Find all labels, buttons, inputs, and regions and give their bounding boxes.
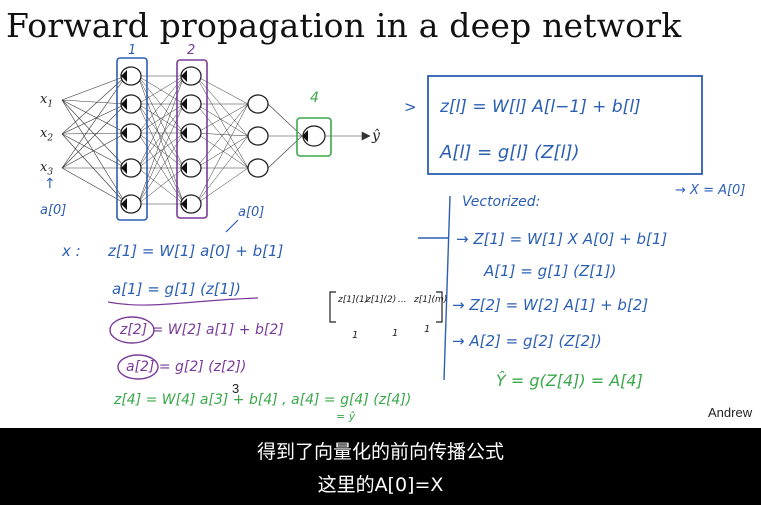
- eq-a4-yhat: = ŷ: [336, 410, 356, 423]
- layer-number-1: 1: [128, 43, 136, 58]
- layer-number-4: 4: [310, 90, 319, 106]
- eq-z4-a4: z[4] = W[4] a[3] + b[4] , a[4] = g[4] (z…: [113, 392, 411, 408]
- eq-z1: z[1] = W[1] a[0] + b[1]: [107, 242, 284, 260]
- general-eq-a: A[l] = g[l] (Z[l]): [439, 142, 580, 163]
- matrix-col-3: ...: [398, 295, 407, 305]
- neuron: [247, 126, 269, 146]
- layer-number-2: 2: [187, 43, 195, 58]
- page-number: 3: [232, 381, 240, 396]
- connections-layer2-layer3: [195, 75, 249, 205]
- layer1-nodes: [120, 66, 142, 214]
- x-colon-label: x :: [61, 242, 81, 260]
- matrix-col-4: z[1](m): [413, 295, 447, 305]
- eq-z2: z[2] = W[2] a[1] + b[2]: [119, 322, 284, 338]
- eq-a2: a[2] = g[2] (z[2]): [126, 359, 246, 375]
- vec-eq-z2: → Z[2] = W[2] A[1] + b[2]: [452, 296, 648, 314]
- subtitle-line-2: 这里的A[0]=X: [317, 474, 444, 496]
- vec-eq-z1: → Z[1] = W[1] X A[0] + b[1]: [456, 230, 667, 248]
- svg-text:>: >: [404, 98, 417, 116]
- matrix-col-2: z[1](2): [365, 295, 396, 305]
- matrix-one: 1: [352, 330, 358, 341]
- author-watermark: Andrew: [708, 405, 753, 420]
- matrix-col-1: z[1](1): [337, 295, 368, 305]
- network-a0-annotation: a[0]: [238, 205, 264, 220]
- matrix-left-bracket: [329, 291, 336, 323]
- vectorized-divider: [443, 195, 451, 381]
- input-a0-annotation: a[0]: [40, 203, 66, 218]
- vectorized-label: Vectorized:: [462, 194, 540, 210]
- neuron: [247, 158, 269, 178]
- vec-eq-yhat: Ŷ = g(Z[4]) = A[4]: [496, 371, 643, 390]
- vec-eq-a1: A[1] = g[1] (Z[1]): [483, 262, 616, 280]
- vec-eq-a2: → A[2] = g[2] (Z[2]): [452, 332, 602, 350]
- eq-a1: a[1] = g[1] (z[1]): [112, 280, 241, 298]
- subtitle-line-1: 得到了向量化的前向传播公式: [256, 441, 504, 463]
- layer2-nodes: [180, 66, 202, 214]
- lecture-slide: Forward propagation in a deep network x1…: [0, 0, 761, 428]
- neuron: [247, 94, 269, 114]
- svg-text:↑: ↑: [44, 176, 56, 192]
- general-eq-z: z[l] = W[l] A[l−1] + b[l]: [439, 97, 641, 117]
- layer3-nodes: [247, 94, 269, 178]
- matrix-one: 1: [392, 328, 398, 339]
- network-diagram: 1 2 4 ↑ a[0] a[0] > z[l] = W[l] A[l−1] +…: [40, 43, 745, 423]
- x-equals-a0: → X = A[0]: [675, 183, 745, 198]
- matrix-one: 1: [424, 324, 430, 335]
